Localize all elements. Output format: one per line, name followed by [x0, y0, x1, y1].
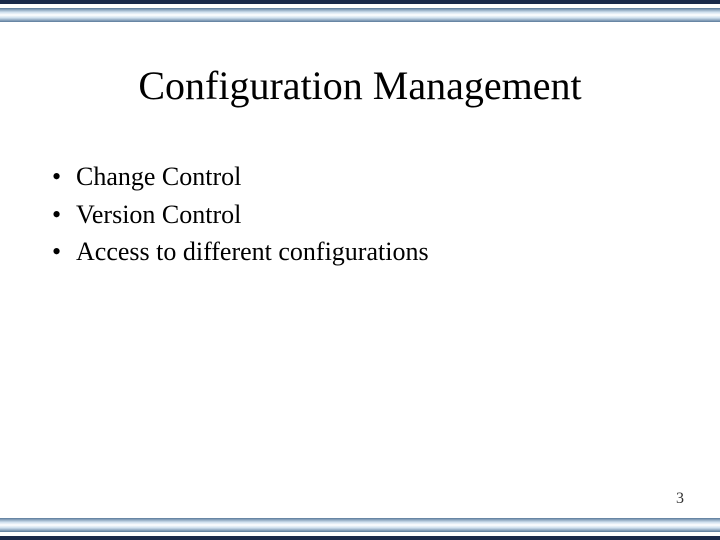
page-number: 3 — [676, 490, 684, 508]
top-bar-light — [0, 8, 720, 22]
bottom-bar-light — [0, 518, 720, 532]
bottom-bar-dark — [0, 536, 720, 540]
list-item: Access to different configurations — [48, 233, 648, 271]
bottom-border-bar — [0, 518, 720, 540]
bullet-list: Change Control Version Control Access to… — [48, 158, 648, 271]
list-item: Version Control — [48, 196, 648, 234]
top-border-bar — [0, 0, 720, 22]
list-item: Change Control — [48, 158, 648, 196]
slide-title: Configuration Management — [0, 62, 720, 109]
